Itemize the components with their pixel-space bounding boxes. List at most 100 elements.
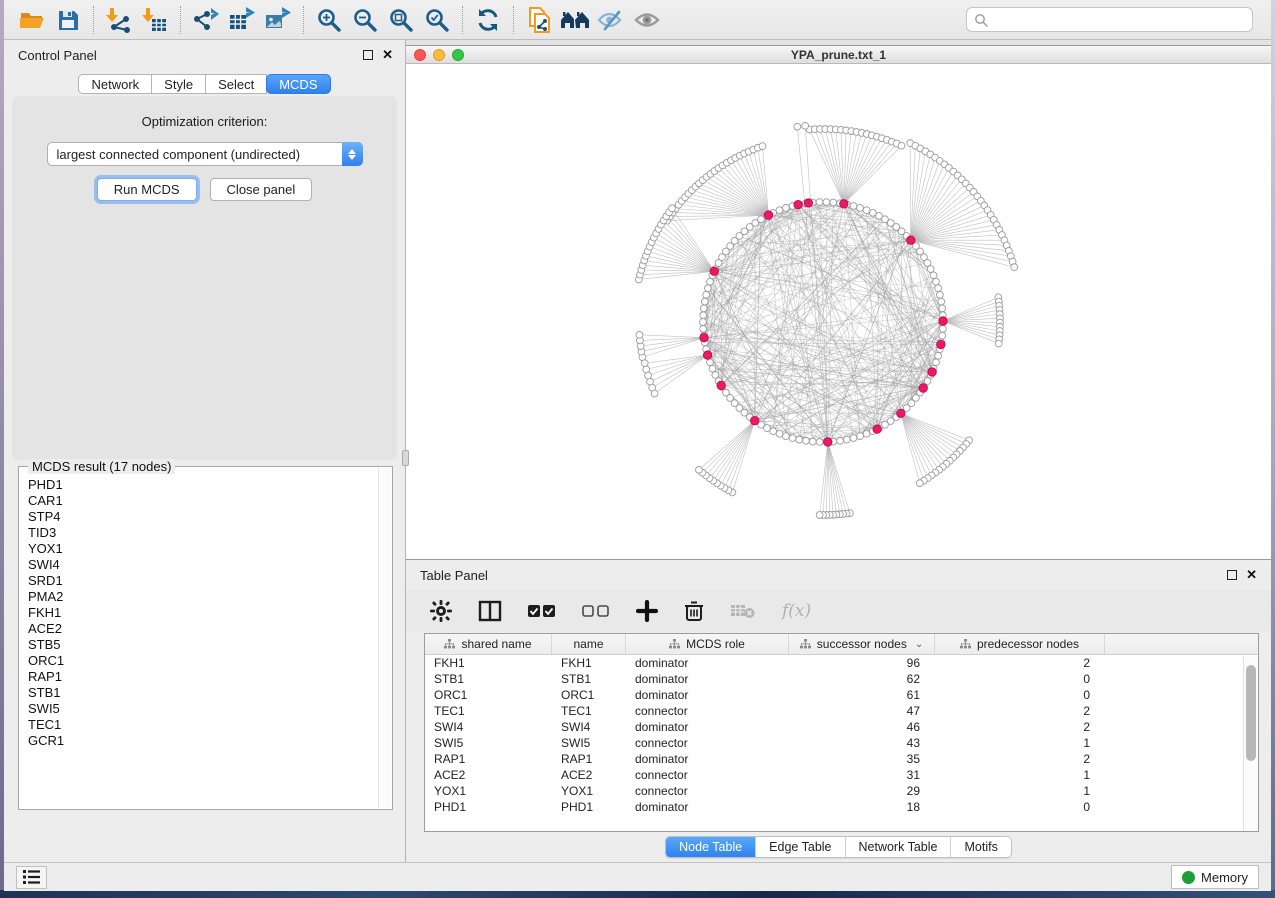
mcds-hub-node[interactable]	[873, 425, 881, 433]
ring-node[interactable]	[935, 285, 942, 292]
mcds-result-list[interactable]: PHD1CAR1STP4TID3YOX1SWI4SRD1PMA2FKH1ACE2…	[28, 477, 376, 749]
table-row[interactable]: TEC1TEC1connector472	[425, 703, 1258, 719]
leaf-node[interactable]	[669, 205, 676, 212]
column-header-successor-nodes[interactable]: successor nodes⌄	[789, 634, 935, 654]
table-row[interactable]: RAP1RAP1dominator352	[425, 751, 1258, 767]
ring-node[interactable]	[823, 199, 830, 206]
memory-button[interactable]: Memory	[1171, 865, 1259, 889]
mcds-result-item[interactable]: SWI5	[28, 701, 376, 717]
mcds-result-item[interactable]: ORC1	[28, 653, 376, 669]
export-table-icon[interactable]	[224, 4, 260, 36]
ring-node[interactable]	[843, 436, 850, 443]
clone-network-icon[interactable]	[521, 4, 557, 36]
zoom-selected-icon[interactable]	[419, 4, 455, 36]
ring-node[interactable]	[939, 305, 946, 312]
leaf-node[interactable]	[636, 331, 643, 338]
close-table-panel-icon[interactable]: ✕	[1246, 570, 1257, 580]
mcds-hub-node[interactable]	[897, 409, 905, 417]
tab-network-table[interactable]: Network Table	[845, 837, 951, 857]
ring-node[interactable]	[830, 199, 837, 206]
ring-node[interactable]	[863, 207, 870, 214]
mcds-result-item[interactable]: STB1	[28, 685, 376, 701]
tab-select[interactable]: Select	[205, 74, 267, 94]
column-header-shared-name[interactable]: shared name	[425, 634, 552, 654]
leaf-node[interactable]	[802, 122, 809, 129]
sort-indicator-icon[interactable]: ⌄	[915, 639, 923, 650]
ring-node[interactable]	[700, 305, 707, 312]
float-table-panel-icon[interactable]	[1227, 570, 1237, 580]
ring-node[interactable]	[783, 433, 790, 440]
table-row[interactable]: FKH1FKH1dominator962	[425, 655, 1258, 671]
close-panel-button[interactable]: Close panel	[210, 178, 313, 201]
mcds-result-item[interactable]: SRD1	[28, 573, 376, 589]
first-neighbors-icon[interactable]	[557, 4, 593, 36]
add-column-icon[interactable]	[636, 600, 658, 622]
column-header-MCDS-role[interactable]: MCDS role	[626, 634, 789, 654]
mcds-result-item[interactable]: FKH1	[28, 605, 376, 621]
column-header-predecessor-nodes[interactable]: predecessor nodes	[935, 634, 1105, 654]
save-session-icon[interactable]	[50, 4, 86, 36]
mcds-result-item[interactable]: TID3	[28, 525, 376, 541]
ring-node[interactable]	[816, 199, 823, 206]
leaf-node[interactable]	[816, 512, 823, 519]
ring-node[interactable]	[776, 430, 783, 437]
panel-splitter-handle[interactable]	[402, 450, 409, 466]
ring-node[interactable]	[796, 436, 803, 443]
ring-node[interactable]	[935, 352, 942, 359]
ring-node[interactable]	[930, 272, 937, 279]
leaf-node[interactable]	[643, 366, 650, 373]
mcds-result-item[interactable]: PMA2	[28, 589, 376, 605]
network-window-titlebar[interactable]: YPA_prune.txt_1	[406, 46, 1271, 64]
leaf-node[interactable]	[898, 142, 905, 149]
tab-style[interactable]: Style	[151, 74, 206, 94]
table-scrollbar-thumb[interactable]	[1246, 665, 1256, 761]
ring-node[interactable]	[700, 312, 707, 319]
export-network-icon[interactable]	[188, 4, 224, 36]
run-mcds-button[interactable]: Run MCDS	[97, 178, 197, 201]
mcds-hub-node[interactable]	[937, 340, 945, 348]
leaf-node[interactable]	[641, 360, 648, 367]
mcds-hub-node[interactable]	[710, 267, 718, 275]
show-columns-icon[interactable]	[478, 600, 502, 622]
table-row[interactable]: SWI5SWI5connector431	[425, 735, 1258, 751]
mcds-hub-node[interactable]	[939, 317, 947, 325]
tab-edge-table[interactable]: Edge Table	[755, 837, 844, 857]
ring-node[interactable]	[933, 278, 940, 285]
search-box[interactable]	[966, 7, 1253, 32]
ring-node[interactable]	[704, 285, 711, 292]
ring-node[interactable]	[816, 439, 823, 446]
mcds-hub-node[interactable]	[794, 200, 802, 208]
mcds-hub-node[interactable]	[928, 368, 936, 376]
select-all-rows-icon[interactable]	[528, 604, 556, 618]
refresh-view-icon[interactable]	[470, 4, 506, 36]
ring-node[interactable]	[809, 438, 816, 445]
tab-mcds[interactable]: MCDS	[266, 74, 330, 94]
network-canvas[interactable]	[406, 64, 1271, 559]
ring-node[interactable]	[712, 372, 719, 379]
tab-node-table[interactable]: Node Table	[666, 837, 755, 857]
ring-node[interactable]	[703, 291, 710, 298]
mcds-hub-node[interactable]	[907, 236, 915, 244]
mcds-hub-node[interactable]	[717, 381, 725, 389]
leaf-node[interactable]	[794, 123, 801, 130]
mcds-hub-node[interactable]	[919, 384, 927, 392]
ring-node[interactable]	[789, 435, 796, 442]
ring-node[interactable]	[939, 332, 946, 339]
ring-node[interactable]	[700, 325, 707, 332]
ring-node[interactable]	[857, 433, 864, 440]
open-file-icon[interactable]	[14, 4, 50, 36]
mcds-result-item[interactable]: PHD1	[28, 477, 376, 493]
ring-node[interactable]	[857, 204, 864, 211]
mcds-result-item[interactable]: ACE2	[28, 621, 376, 637]
import-network-icon[interactable]	[101, 4, 137, 36]
mcds-result-item[interactable]: STP4	[28, 509, 376, 525]
table-row[interactable]: ORC1ORC1dominator610	[425, 687, 1258, 703]
leaf-node[interactable]	[1011, 264, 1018, 271]
mcds-result-item[interactable]: YOX1	[28, 541, 376, 557]
zoom-in-icon[interactable]	[311, 4, 347, 36]
mcds-hub-node[interactable]	[703, 351, 711, 359]
mcds-hub-node[interactable]	[750, 416, 758, 424]
settings-gear-icon[interactable]	[430, 600, 452, 622]
zoom-fit-icon[interactable]	[383, 4, 419, 36]
ring-node[interactable]	[803, 437, 810, 444]
